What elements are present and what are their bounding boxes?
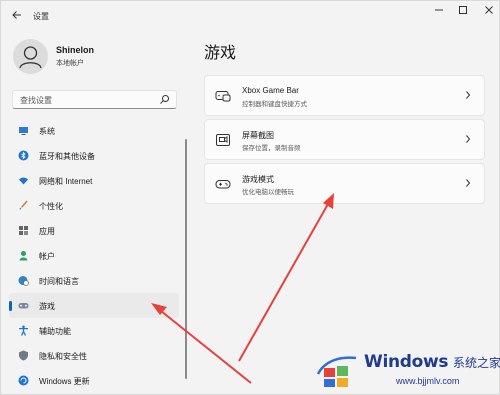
chevron-right-icon [466,179,471,187]
card-subtitle: 优化电脑以便畅玩 [242,189,294,196]
card-xbox-game-bar[interactable]: Xbox Game Bar 控制器和键盘快捷方式 [204,75,485,116]
chevron-right-icon [466,91,471,99]
monitor-icon [19,127,28,135]
account-type: 本地帐户 [56,60,84,67]
sidebar-item-label: 蓝牙和其他设备 [39,152,95,161]
sidebar-item-accounts[interactable]: 帐户 [9,243,179,268]
close-button[interactable] [479,5,499,19]
search-input[interactable]: 查找设置 [12,90,177,109]
settings-window: 设置 Shinelon 本地帐户 查找设置 系统 蓝牙和其他设备 网络和 Int… [0,0,500,395]
sidebar-item-label: 游戏 [39,302,55,311]
sidebar-item-label: 帐户 [39,252,55,261]
back-button[interactable] [10,9,24,23]
card-subtitle: 保存位置，录制音频 [242,145,301,152]
card-title: 屏幕截图 [242,131,274,140]
update-icon [18,375,29,386]
card-title: 游戏模式 [242,175,274,184]
game-bar-icon [215,91,231,102]
sidebar-nav: 系统 蓝牙和其他设备 网络和 Internet 个性化 应用 帐户 时间和语言 … [9,118,181,393]
watermark: Windows 系统之家 www.bjjmlv.com [311,346,500,395]
sidebar-item-time-language[interactable]: 时间和语言 [9,268,179,293]
minimize-button[interactable] [429,5,449,19]
watermark-url: www.bjjmlv.com [396,376,460,386]
card-title: Xbox Game Bar [242,86,299,95]
maximize-button[interactable] [453,5,473,19]
sidebar-item-label: 辅助功能 [39,327,71,336]
user-avatar-icon [19,46,42,69]
sidebar-item-label: 时间和语言 [39,277,79,286]
bluetooth-icon [18,150,29,161]
sidebar-item-gaming[interactable]: 游戏 [9,293,179,318]
sidebar-item-accessibility[interactable]: 辅助功能 [9,318,179,343]
sidebar-item-label: 系统 [39,127,55,136]
user-name: Shinelon [56,45,94,55]
maximize-icon [459,6,467,14]
sidebar-scrollbar[interactable] [185,139,187,379]
card-subtitle: 控制器和键盘快捷方式 [242,101,307,108]
sidebar-item-label: 应用 [39,227,55,236]
sidebar-item-system[interactable]: 系统 [9,118,179,143]
sidebar-item-label: Windows 更新 [39,377,90,386]
chevron-right-icon [466,135,471,143]
active-indicator [9,301,12,311]
page-title: 游戏 [204,45,237,62]
search-placeholder: 查找设置 [20,96,52,105]
watermark-brand-cn: 系统之家 [453,356,500,370]
watermark-brand: Windows [364,352,449,372]
windows-logo-icon [316,356,357,387]
arrow-to-game-mode [238,193,334,362]
sidebar-item-network[interactable]: 网络和 Internet [9,168,179,193]
globe-clock-icon [18,276,29,286]
shield-icon [19,350,28,361]
gamepad-icon [18,303,29,309]
sidebar-item-windows-update[interactable]: Windows 更新 [9,368,179,393]
wifi-icon [19,177,28,185]
sidebar-item-bluetooth[interactable]: 蓝牙和其他设备 [9,143,179,168]
gamepad-icon [215,180,231,189]
accessibility-icon [19,325,28,336]
back-arrow-icon [12,11,21,19]
sidebar-item-label: 个性化 [39,202,63,211]
close-icon [485,6,493,14]
apps-icon [19,226,28,235]
avatar[interactable] [13,39,48,74]
sidebar-item-label: 网络和 Internet [39,177,93,186]
capture-icon [216,134,230,146]
app-title: 设置 [33,12,49,21]
sidebar-item-apps[interactable]: 应用 [9,218,179,243]
sidebar-item-label: 隐私和安全性 [39,352,87,361]
card-game-mode[interactable]: 游戏模式 优化电脑以便畅玩 [204,163,485,204]
brush-icon [19,200,28,210]
search-icon [160,95,169,104]
person-icon [19,251,28,261]
card-captures[interactable]: 屏幕截图 保存位置，录制音频 [204,119,485,160]
sidebar-item-personalization[interactable]: 个性化 [9,193,179,218]
sidebar-item-privacy[interactable]: 隐私和安全性 [9,343,179,368]
title-bar: 设置 [1,1,499,31]
minimize-icon [435,9,443,11]
